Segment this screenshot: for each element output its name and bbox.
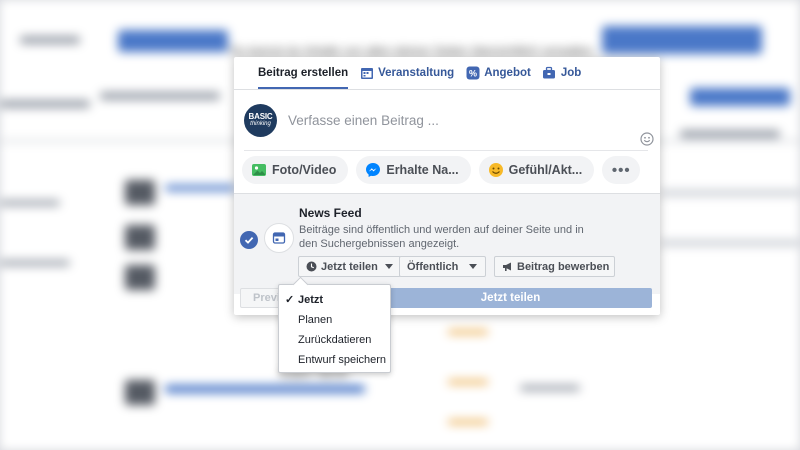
menu-item-label: Jetzt bbox=[298, 294, 324, 306]
bg-block bbox=[20, 36, 80, 44]
offer-icon: % bbox=[465, 66, 480, 81]
smiley-icon bbox=[488, 162, 504, 178]
tab-label: Angebot bbox=[484, 67, 531, 79]
menu-item-label: Zurückdatieren bbox=[298, 334, 372, 346]
privacy-dropdown[interactable]: Öffentlich bbox=[399, 256, 486, 277]
tab-event[interactable]: Veranstaltung bbox=[359, 57, 454, 89]
bg-block bbox=[125, 225, 155, 250]
svg-text:%: % bbox=[469, 69, 477, 79]
menu-item-save-draft[interactable]: Entwurf speichern bbox=[279, 350, 390, 370]
share-timing-menu: ✓ Jetzt Planen Zurückdatieren Entwurf sp… bbox=[278, 284, 391, 373]
tab-label: Beitrag erstellen bbox=[258, 67, 349, 79]
calendar-icon bbox=[359, 66, 374, 81]
bg-block bbox=[165, 385, 365, 393]
share-now-label: Jetzt teilen bbox=[321, 260, 378, 273]
tab-offer[interactable]: % Angebot bbox=[465, 57, 531, 89]
compose-area[interactable]: BASIC thinking Verfasse einen Beitrag ..… bbox=[234, 90, 660, 150]
megaphone-icon bbox=[502, 261, 513, 272]
bg-block bbox=[660, 240, 800, 246]
avatar-text: BASIC bbox=[248, 112, 273, 121]
post-input-placeholder[interactable]: Verfasse einen Beitrag ... bbox=[288, 113, 439, 128]
bg-block bbox=[680, 130, 780, 138]
get-messages-button[interactable]: Erhalte Na... bbox=[356, 156, 471, 184]
bg-block bbox=[125, 380, 155, 405]
bg-hint-text: Du kannst du Inhalte von allen deinen Se… bbox=[230, 44, 597, 58]
tab-label: Job bbox=[560, 67, 582, 79]
bg-block bbox=[448, 420, 488, 424]
tab-create-post[interactable]: Beitrag erstellen bbox=[258, 57, 349, 89]
chevron-down-icon bbox=[469, 264, 478, 269]
action-label: Erhalte Na... bbox=[386, 163, 459, 177]
promote-label: Beitrag bewerben bbox=[517, 260, 610, 273]
menu-item-label: Entwurf speichern bbox=[298, 354, 387, 366]
bg-block bbox=[602, 26, 762, 54]
bg-block bbox=[0, 260, 70, 266]
chevron-down-icon bbox=[384, 264, 393, 269]
bg-block bbox=[118, 30, 228, 52]
share-now-dropdown[interactable]: Jetzt teilen bbox=[298, 256, 401, 277]
news-feed-icon bbox=[264, 223, 294, 253]
bg-block bbox=[125, 180, 155, 205]
page-avatar: BASIC thinking bbox=[244, 103, 277, 137]
composer-tabs: Beitrag erstellen Veranstaltung % Angebo… bbox=[234, 57, 660, 90]
menu-item-now[interactable]: ✓ Jetzt bbox=[279, 290, 390, 310]
menu-item-schedule[interactable]: Planen bbox=[279, 310, 390, 330]
photo-icon bbox=[251, 162, 267, 178]
menu-item-backdate[interactable]: Zurückdatieren bbox=[279, 330, 390, 350]
more-icon: ••• bbox=[611, 161, 631, 179]
post-actions: Foto/Video Erhalte Na... Gefühl/Akt... •… bbox=[242, 156, 641, 184]
bg-block bbox=[660, 190, 800, 196]
bg-block bbox=[520, 385, 580, 391]
promote-post-button[interactable]: Beitrag bewerben bbox=[494, 256, 615, 277]
tab-job[interactable]: Job bbox=[542, 57, 581, 89]
briefcase-icon bbox=[542, 66, 557, 81]
post-composer: Beitrag erstellen Veranstaltung % Angebo… bbox=[234, 57, 660, 315]
share-now-button[interactable]: Jetzt teilen bbox=[369, 288, 652, 308]
audience-description: Beiträge sind öffentlich und werden auf … bbox=[299, 224, 584, 250]
bg-block bbox=[448, 330, 488, 334]
bg-block bbox=[165, 185, 235, 191]
feeling-activity-button[interactable]: Gefühl/Akt... bbox=[478, 156, 595, 184]
bg-block bbox=[690, 88, 790, 106]
checkmark-icon: ✓ bbox=[285, 294, 295, 306]
checkmark-icon[interactable] bbox=[240, 231, 258, 249]
bg-block bbox=[100, 92, 220, 100]
menu-item-label: Planen bbox=[298, 314, 333, 326]
divider bbox=[244, 150, 648, 151]
bg-block bbox=[125, 265, 155, 290]
action-label: Gefühl/Akt... bbox=[508, 163, 583, 177]
clock-icon bbox=[306, 261, 317, 272]
emoji-icon[interactable] bbox=[640, 132, 654, 146]
audience-title: News Feed bbox=[299, 206, 362, 220]
bg-block bbox=[448, 380, 488, 384]
bg-block bbox=[0, 200, 60, 206]
bg-block bbox=[0, 100, 90, 108]
action-label: Foto/Video bbox=[272, 163, 337, 177]
more-actions-button[interactable]: ••• bbox=[602, 156, 641, 184]
photo-video-button[interactable]: Foto/Video bbox=[242, 156, 349, 184]
messenger-icon bbox=[365, 162, 381, 178]
tab-label: Veranstaltung bbox=[378, 67, 455, 79]
avatar-subtext: thinking bbox=[250, 121, 271, 127]
privacy-label: Öffentlich bbox=[407, 260, 459, 273]
